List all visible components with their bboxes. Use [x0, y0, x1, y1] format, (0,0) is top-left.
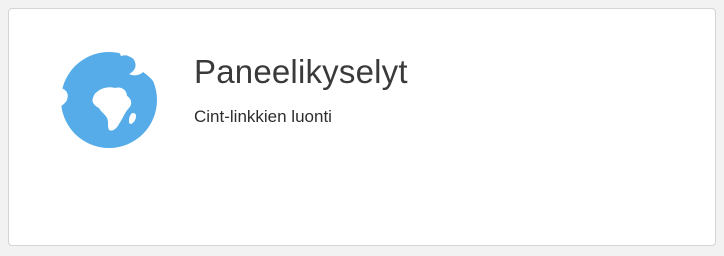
- panel-surveys-card[interactable]: Paneelikyselyt Cint-linkkien luonti: [8, 8, 716, 246]
- globe-icon: [61, 52, 157, 148]
- card-title: Paneelikyselyt: [194, 53, 408, 90]
- card-subtitle: Cint-linkkien luonti: [194, 107, 332, 126]
